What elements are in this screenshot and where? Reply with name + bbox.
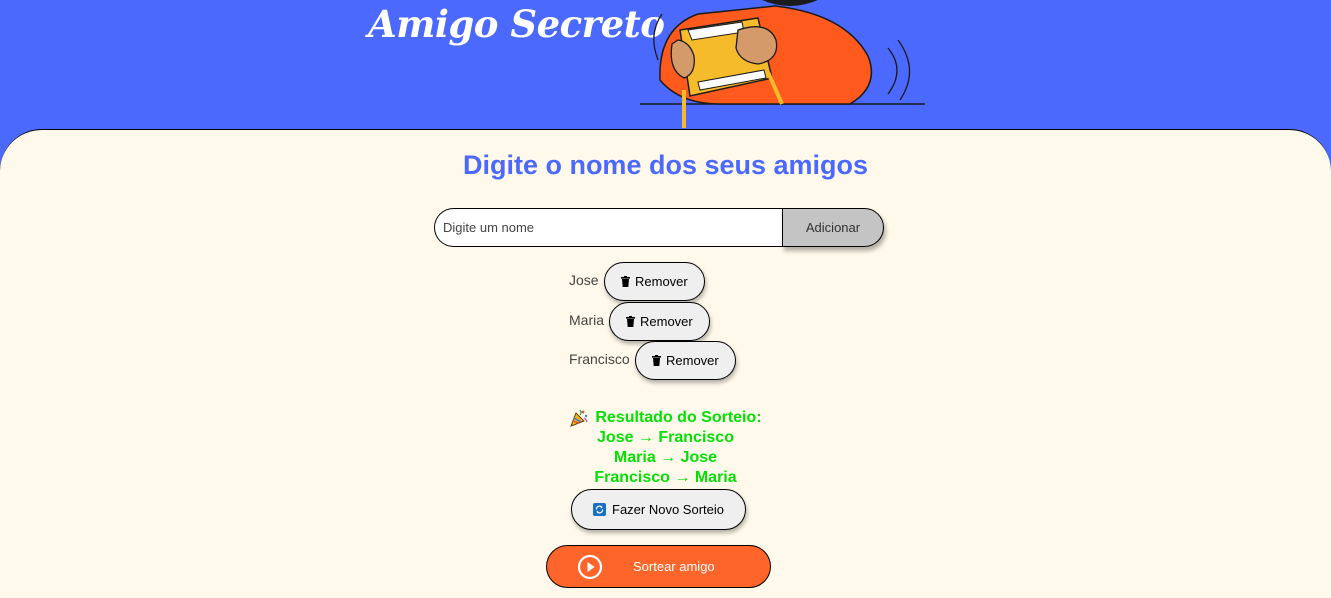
remove-label: Remover	[635, 274, 688, 289]
remove-label: Remover	[666, 353, 719, 368]
add-button[interactable]: Adicionar	[782, 208, 884, 247]
section-title: Digite o nome dos seus amigos	[462, 150, 869, 180]
add-friend-row: Adicionar	[434, 208, 884, 247]
trash-icon	[621, 276, 630, 287]
trash-icon	[626, 316, 635, 327]
result-pair: Francisco → Maria	[594, 469, 737, 486]
friend-name: Jose	[569, 272, 599, 288]
header: Amigo Secreto	[0, 0, 1331, 140]
draw-button[interactable]: Sortear amigo	[546, 545, 771, 588]
header-illustration	[640, 0, 930, 136]
party-popper-icon	[569, 408, 589, 428]
result-heading: Resultado do Sorteio:	[0, 408, 1331, 428]
new-draw-label: Fazer Novo Sorteio	[612, 502, 724, 517]
draw-label: Sortear amigo	[633, 559, 715, 574]
result-pair: Maria → Jose	[613, 449, 718, 466]
remove-button[interactable]: Remover	[635, 341, 736, 380]
result-pair: Jose → Francisco	[597, 429, 734, 446]
refresh-icon	[593, 503, 606, 516]
result-list: Resultado do Sorteio: Jose → Francisco M…	[0, 408, 1331, 488]
remove-button[interactable]: Remover	[604, 262, 705, 301]
remove-button[interactable]: Remover	[609, 302, 710, 341]
new-draw-button[interactable]: Fazer Novo Sorteio	[571, 489, 746, 530]
play-circle-icon	[577, 554, 603, 580]
trash-icon	[652, 355, 661, 366]
friend-name-input[interactable]	[434, 208, 784, 247]
app-title: Amigo Secreto	[368, 2, 665, 46]
friend-name: Francisco	[569, 351, 630, 367]
friend-name: Maria	[569, 312, 605, 328]
result-heading-text: Resultado do Sorteio:	[595, 409, 762, 426]
remove-label: Remover	[640, 314, 693, 329]
